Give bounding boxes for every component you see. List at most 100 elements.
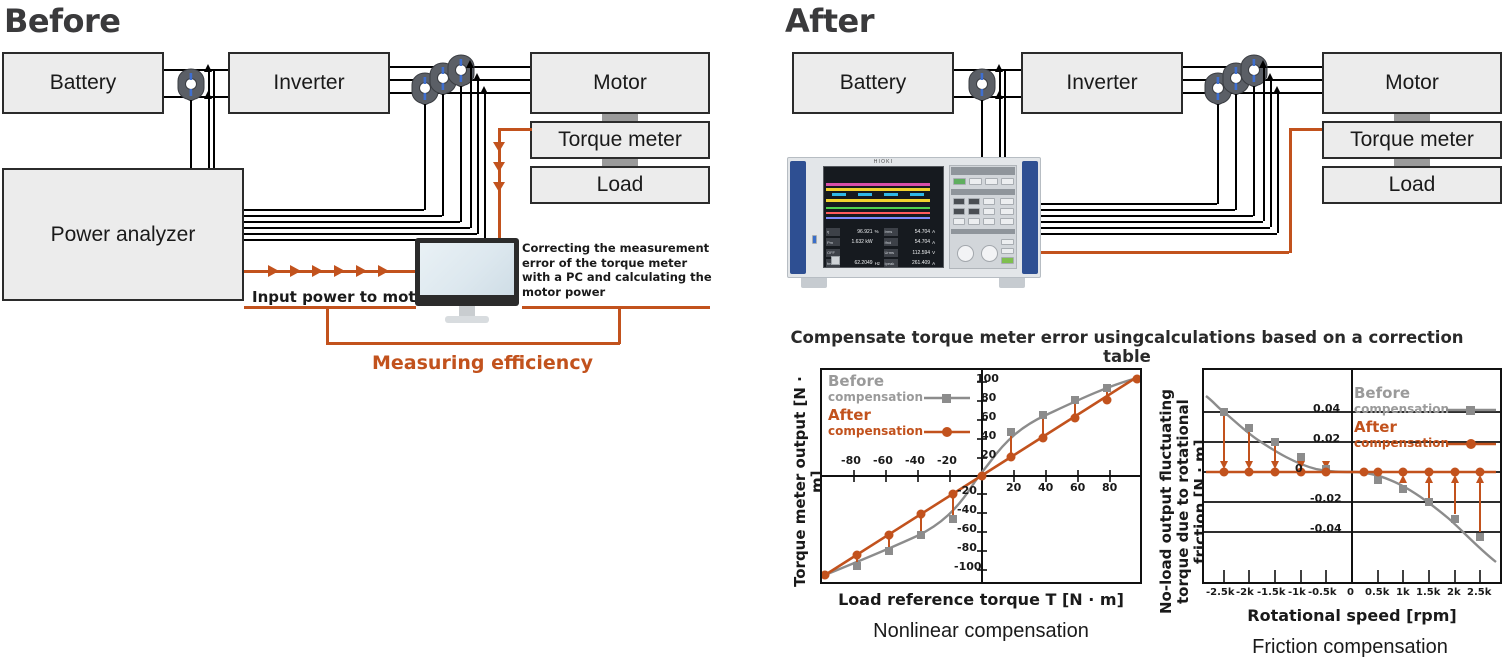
lead-w-current-h-after bbox=[1041, 215, 1253, 217]
wave-yellow bbox=[826, 188, 930, 191]
eff-join bbox=[326, 342, 620, 345]
analyzer-start-key[interactable] bbox=[1001, 257, 1014, 264]
ytick: 60 bbox=[981, 410, 997, 423]
xtick: -2.5k bbox=[1206, 587, 1235, 598]
readout-unit: A bbox=[932, 239, 936, 245]
analyzer-knob-left[interactable] bbox=[957, 245, 974, 262]
analyzer-knob-right[interactable] bbox=[981, 245, 998, 262]
analyzer-key[interactable] bbox=[1001, 239, 1014, 245]
legend-nonlinear-after-sub: compensation bbox=[828, 424, 924, 438]
coupler-torque-load bbox=[602, 159, 638, 166]
analyzer-power-button[interactable] bbox=[831, 256, 840, 265]
xtick: -1.5k bbox=[1257, 587, 1286, 598]
xtick: 0.5k bbox=[1365, 587, 1390, 598]
orange-torque-v-after bbox=[1289, 128, 1292, 253]
lead-w-current-after bbox=[1253, 86, 1255, 216]
wave-magenta bbox=[826, 183, 930, 186]
legend-friction-after-sub: compensation bbox=[1354, 436, 1450, 450]
lead-ac-voltage-3 bbox=[484, 92, 486, 240]
analyzer-key[interactable] bbox=[1000, 198, 1014, 205]
readout-unit: % bbox=[874, 229, 879, 234]
lead-u-current-after bbox=[1217, 104, 1219, 204]
ytick: -0.02 bbox=[1310, 492, 1342, 505]
analyzer-key[interactable] bbox=[953, 198, 965, 205]
hioki-power-analyzer: HIOKI η 96.921 % Irms 54.704 A Pm 1.632 … bbox=[787, 157, 1041, 290]
chart-nonlinear-title: Nonlinear compensation bbox=[873, 620, 1089, 642]
after-caption: Compensate torque meter error usingcalcu… bbox=[790, 328, 1464, 366]
analyzer-foot-right bbox=[999, 278, 1025, 288]
wave-cyan-2 bbox=[858, 193, 872, 196]
input-arrow-2 bbox=[290, 265, 301, 277]
analyzer-key[interactable] bbox=[953, 218, 965, 225]
orange-arrow-1 bbox=[493, 142, 505, 152]
legend-friction-before-title: Before bbox=[1354, 384, 1411, 402]
analyzer-key[interactable] bbox=[983, 218, 995, 225]
analyzer-key[interactable] bbox=[983, 208, 995, 215]
arrow-ac-voltage-3 bbox=[480, 86, 488, 94]
xtick: 40 bbox=[1038, 481, 1054, 494]
orange-arrow-2 bbox=[493, 162, 505, 172]
page-title-before: Before bbox=[4, 2, 121, 40]
block-motor-after: Motor bbox=[1322, 52, 1502, 114]
analyzer-key[interactable] bbox=[1001, 178, 1014, 185]
block-load-after: Load bbox=[1322, 166, 1502, 204]
lead-ac-v2h-after bbox=[1041, 227, 1270, 229]
analyzer-key[interactable] bbox=[983, 198, 995, 205]
lead-u-current-h bbox=[244, 209, 424, 211]
analyzer-foot-left bbox=[801, 278, 827, 288]
ytick: -40 bbox=[957, 503, 977, 516]
pc-monitor bbox=[415, 238, 519, 324]
analyzer-key[interactable] bbox=[953, 208, 965, 215]
analyzer-keypad-header-3 bbox=[951, 229, 1015, 234]
chart-friction-plot bbox=[1202, 368, 1502, 584]
legend-friction-after-swatch bbox=[1446, 439, 1496, 449]
analyzer-key[interactable] bbox=[968, 198, 980, 205]
xtick: -0.5k bbox=[1308, 587, 1337, 598]
analyzer-key[interactable] bbox=[985, 178, 998, 185]
wave-yellow-2 bbox=[826, 199, 930, 202]
input-arrow-6 bbox=[378, 265, 389, 277]
readout-value: 96.921 bbox=[857, 228, 873, 235]
monitor-bezel bbox=[415, 238, 519, 306]
analyzer-waveform-area bbox=[826, 181, 930, 223]
eff-bracket-right bbox=[522, 306, 710, 309]
lead-ac-v1h-after bbox=[1041, 221, 1263, 223]
analyzer-key[interactable] bbox=[1000, 218, 1014, 225]
analyzer-keypad-header-2 bbox=[951, 189, 1015, 195]
analyzer-key[interactable] bbox=[968, 208, 980, 215]
xtick: 1k bbox=[1396, 587, 1410, 598]
analyzer-key[interactable] bbox=[953, 178, 966, 185]
readout-value: 62.2049 bbox=[854, 260, 873, 266]
lead-v-current-h bbox=[244, 215, 442, 217]
lead-ac-v2-after bbox=[1270, 79, 1272, 227]
analyzer-key[interactable] bbox=[968, 218, 980, 225]
analyzer-key[interactable] bbox=[1000, 208, 1014, 215]
chart-friction-title: Friction compensation bbox=[1252, 636, 1448, 658]
readout-tag: Ipeak bbox=[883, 259, 898, 267]
orange-torque-to-analyzer bbox=[1041, 251, 1289, 254]
current-sensor-dc bbox=[176, 68, 206, 102]
arrow-ac-voltage-2 bbox=[473, 73, 481, 81]
block-battery-after: Battery bbox=[792, 52, 954, 114]
ytick: 0 bbox=[1295, 462, 1303, 475]
analyzer-key[interactable] bbox=[969, 178, 982, 185]
readout-value: 1.632 kW bbox=[851, 239, 873, 245]
eff-bracket-left bbox=[244, 306, 416, 309]
ytick: 20 bbox=[981, 448, 997, 461]
block-load: Load bbox=[530, 166, 710, 204]
readout-value: 112.594 bbox=[912, 249, 931, 256]
chart-nonlinear-ylabel: Torque meter output [N · m] bbox=[791, 376, 826, 588]
analyzer-keypad-header bbox=[951, 167, 1015, 175]
arrow-dc-voltage-2 bbox=[204, 91, 212, 99]
ytick: -80 bbox=[957, 541, 977, 554]
xtick: 2k bbox=[1447, 587, 1461, 598]
analyzer-key[interactable] bbox=[1001, 248, 1014, 254]
legend-friction-before-swatch bbox=[1446, 406, 1496, 415]
pc-correction-note: Correcting the measurement error of the … bbox=[522, 241, 712, 299]
before-panel: Before Battery Inverter Motor Torque met… bbox=[0, 0, 751, 664]
readout-row: OFF Urms 112.594 V bbox=[826, 248, 941, 257]
readout-value: 261.409 bbox=[911, 260, 931, 266]
lead-ac-v1-after bbox=[1263, 66, 1265, 221]
readout-row: η 96.921 % Irms 54.704 A bbox=[826, 227, 941, 236]
xtick: 80 bbox=[1102, 481, 1118, 494]
